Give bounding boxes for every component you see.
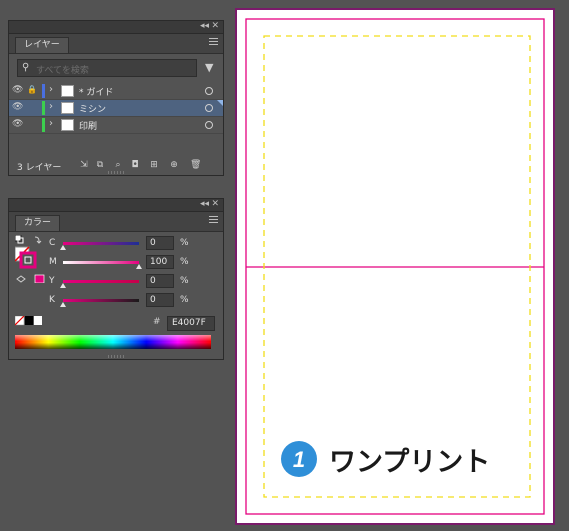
artboard[interactable]: 1 ワンプリント bbox=[235, 8, 555, 525]
layers-panel: ◂◂ ✕ レイヤー ⚲ すべてを検索 ▼ 👁 🔒 › * ガイド 👁 › ミシン bbox=[8, 20, 224, 176]
color-spectrum[interactable] bbox=[15, 335, 211, 349]
layer-target-icon[interactable] bbox=[205, 104, 213, 112]
hex-label: # bbox=[153, 317, 161, 327]
close-icon[interactable]: ✕ bbox=[211, 199, 219, 210]
magenta-slider-knob[interactable] bbox=[136, 264, 142, 269]
magenta-slider-row: M 100 % bbox=[49, 255, 219, 270]
search-placeholder: すべてを検索 bbox=[36, 66, 89, 76]
layer-color-bar bbox=[42, 101, 45, 115]
panel-menu-icon[interactable] bbox=[209, 38, 218, 47]
cyan-label: C bbox=[49, 238, 56, 248]
magenta-slider-track[interactable] bbox=[63, 261, 139, 264]
black-percent: % bbox=[180, 295, 189, 305]
yellow-label: Y bbox=[49, 276, 55, 286]
locate-object-icon[interactable]: ⌕ bbox=[113, 160, 123, 170]
none-white-black-swatches[interactable] bbox=[15, 316, 43, 326]
black-slider-knob[interactable] bbox=[60, 302, 66, 307]
new-layer-icon[interactable]: ⊕ bbox=[169, 160, 179, 170]
search-icon: ⚲ bbox=[22, 62, 30, 73]
resize-grip[interactable] bbox=[108, 171, 124, 174]
layer-color-bar bbox=[42, 118, 45, 132]
collapse-icon[interactable]: ◂◂ bbox=[200, 199, 209, 210]
black-label: K bbox=[49, 295, 55, 305]
trash-icon[interactable]: 🗑 bbox=[190, 160, 201, 170]
close-icon[interactable]: ✕ bbox=[211, 21, 219, 32]
layers-footer: 3 レイヤー ⇲ ⧉ ⌕ ◘ ⊞ ⊕ 🗑 bbox=[9, 157, 223, 175]
logo-text: ワンプリント bbox=[329, 447, 490, 478]
layer-thumbnail bbox=[61, 85, 74, 97]
layer-name[interactable]: * ガイド bbox=[79, 85, 113, 98]
yellow-slider-knob[interactable] bbox=[60, 283, 66, 288]
color-tab-row: カラー bbox=[9, 212, 223, 232]
yellow-slider-track[interactable] bbox=[63, 280, 139, 283]
yellow-value-input[interactable]: 0 bbox=[146, 274, 174, 288]
resize-grip[interactable] bbox=[108, 355, 124, 358]
layer-thumbnail bbox=[61, 102, 74, 114]
yellow-slider-row: Y 0 % bbox=[49, 274, 219, 289]
clipping-mask-icon[interactable]: ◘ bbox=[130, 160, 140, 170]
color-panel-topbar[interactable]: ◂◂ ✕ bbox=[9, 199, 223, 212]
layer-row-mishin[interactable]: 👁 › ミシン bbox=[9, 100, 223, 117]
expand-chevron-icon[interactable]: › bbox=[49, 101, 53, 112]
layers-tab-row: レイヤー bbox=[9, 34, 223, 54]
cyan-value-input[interactable]: 0 bbox=[146, 236, 174, 250]
black-slider-track[interactable] bbox=[63, 299, 139, 302]
layer-color-bar bbox=[42, 84, 45, 98]
layer-list: 👁 🔒 › * ガイド 👁 › ミシン 👁 › 印刷 bbox=[9, 83, 223, 134]
tab-layers[interactable]: レイヤー bbox=[15, 37, 69, 53]
expand-chevron-icon[interactable]: › bbox=[49, 118, 53, 129]
panel-menu-icon[interactable] bbox=[209, 216, 218, 225]
collect-export-icon[interactable]: ⇲ bbox=[79, 160, 89, 170]
black-value-input[interactable]: 0 bbox=[146, 293, 174, 307]
expand-chevron-icon[interactable]: › bbox=[49, 84, 53, 95]
tab-color[interactable]: カラー bbox=[15, 215, 61, 231]
filter-icon[interactable]: ▼ bbox=[205, 61, 213, 74]
hex-value-input[interactable]: E4007F bbox=[167, 316, 215, 331]
layers-panel-topbar[interactable]: ◂◂ ✕ bbox=[9, 21, 223, 34]
layer-name[interactable]: ミシン bbox=[79, 102, 106, 115]
layer-target-icon[interactable] bbox=[205, 87, 213, 95]
logo-badge-number: 1 bbox=[293, 447, 305, 472]
current-layer-indicator bbox=[217, 100, 223, 106]
layer-target-icon[interactable] bbox=[205, 121, 213, 129]
export-icon[interactable]: ⧉ bbox=[95, 160, 105, 170]
cyan-slider-row: C 0 % bbox=[49, 236, 219, 251]
cyan-slider-track[interactable] bbox=[63, 242, 139, 245]
yellow-percent: % bbox=[180, 276, 189, 286]
collapse-icon[interactable]: ◂◂ bbox=[200, 21, 209, 32]
artboard-canvas: 1 ワンプリント bbox=[245, 18, 545, 515]
magenta-value-input[interactable]: 100 bbox=[146, 255, 174, 269]
lock-icon[interactable]: 🔒 bbox=[27, 85, 37, 94]
new-sublayer-icon[interactable]: ⊞ bbox=[149, 160, 159, 170]
color-panel: ◂◂ ✕ カラー C 0 % M 100 % Y 0 % K 0 % # E40… bbox=[8, 198, 224, 360]
layer-thumbnail bbox=[61, 119, 74, 131]
layer-row-print[interactable]: 👁 › 印刷 bbox=[9, 117, 223, 134]
visibility-eye-icon[interactable]: 👁 bbox=[12, 102, 23, 112]
layer-row-guide[interactable]: 👁 🔒 › * ガイド bbox=[9, 83, 223, 100]
visibility-eye-icon[interactable]: 👁 bbox=[12, 119, 23, 129]
black-slider-row: K 0 % bbox=[49, 293, 219, 308]
layer-name[interactable]: 印刷 bbox=[79, 119, 97, 132]
fill-stroke-swatch[interactable] bbox=[15, 235, 45, 283]
magenta-percent: % bbox=[180, 257, 189, 267]
layer-count: 3 レイヤー bbox=[17, 163, 62, 173]
cyan-percent: % bbox=[180, 238, 189, 248]
magenta-label: M bbox=[49, 257, 57, 267]
cyan-slider-knob[interactable] bbox=[60, 245, 66, 250]
visibility-eye-icon[interactable]: 👁 bbox=[12, 85, 23, 95]
layer-search-input[interactable]: ⚲ すべてを検索 bbox=[17, 59, 197, 77]
